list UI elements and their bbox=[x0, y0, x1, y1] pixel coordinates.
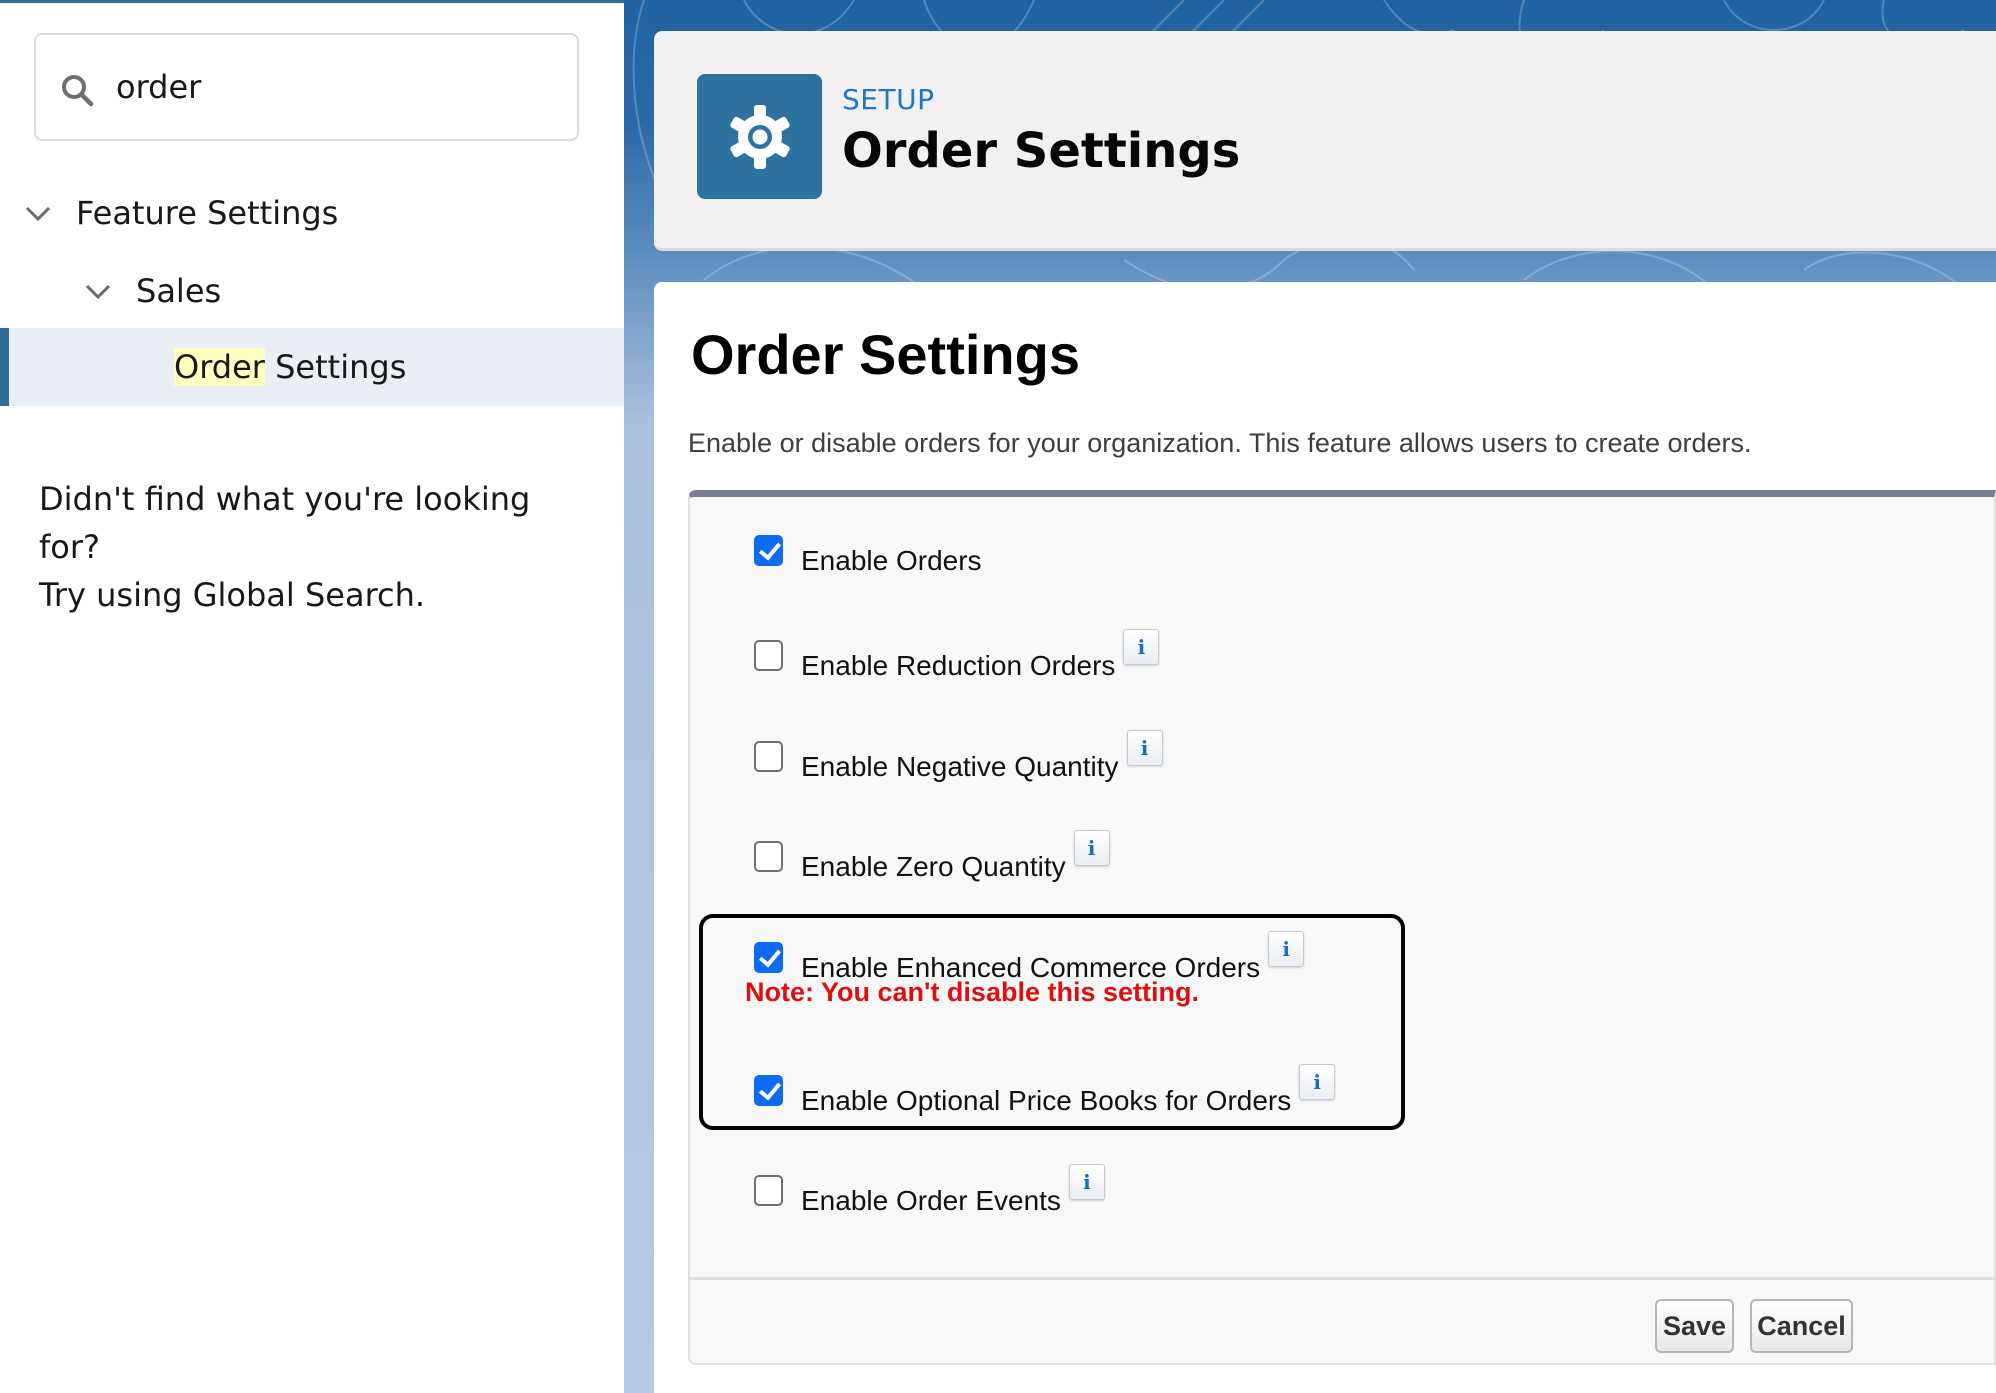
page-description: Enable or disable orders for your organi… bbox=[688, 428, 1752, 458]
option-enable-zero-quantity: Enable Zero Quantity i bbox=[754, 830, 1110, 882]
cancel-button[interactable]: Cancel bbox=[1750, 1299, 1853, 1353]
option-enable-negative-quantity: Enable Negative Quantity i bbox=[754, 730, 1163, 782]
option-label: Enable Optional Price Books for Orders bbox=[801, 1085, 1292, 1116]
enable-zero-quantity-checkbox[interactable] bbox=[754, 841, 783, 872]
tree-item-sales[interactable]: Sales bbox=[0, 261, 624, 321]
option-enable-order-events: Enable Order Events i bbox=[754, 1164, 1105, 1216]
option-label: Enable Order Events bbox=[801, 1185, 1061, 1216]
option-enable-orders: Enable Orders bbox=[754, 535, 982, 576]
tree-item-label: Order Settings bbox=[174, 348, 406, 386]
not-found-line-1: Didn't find what you're looking for? bbox=[39, 480, 531, 566]
info-icon[interactable]: i bbox=[1068, 1164, 1105, 1200]
enable-orders-checkbox[interactable] bbox=[754, 535, 783, 566]
gear-icon bbox=[729, 104, 790, 169]
chevron-down-icon[interactable] bbox=[84, 277, 112, 305]
cannot-disable-note: Note: You can't disable this setting. bbox=[745, 977, 1199, 1007]
search-match-highlight: Order bbox=[174, 348, 265, 386]
info-icon[interactable]: i bbox=[1123, 629, 1160, 665]
tree-item-label: Sales bbox=[136, 272, 222, 310]
enable-enhanced-commerce-orders-checkbox[interactable] bbox=[754, 942, 783, 973]
info-icon[interactable]: i bbox=[1126, 730, 1163, 766]
header-title: Order Settings bbox=[842, 123, 1241, 179]
setup-icon-tile bbox=[697, 74, 822, 199]
option-enable-optional-price-books: Enable Optional Price Books for Orders i bbox=[754, 1064, 1336, 1116]
tree-item-label-rest: Settings bbox=[264, 348, 407, 386]
save-button[interactable]: Save bbox=[1655, 1299, 1734, 1353]
option-enable-reduction-orders: Enable Reduction Orders i bbox=[754, 629, 1160, 681]
quick-find-box[interactable] bbox=[34, 33, 579, 141]
footer-divider bbox=[690, 1277, 1994, 1280]
info-icon[interactable]: i bbox=[1299, 1064, 1336, 1100]
info-icon[interactable]: i bbox=[1073, 830, 1110, 866]
option-enable-enhanced-commerce-orders: Enable Enhanced Commerce Orders i bbox=[754, 931, 1305, 983]
option-label: Enable Zero Quantity bbox=[801, 851, 1066, 882]
tree-item-order-settings[interactable]: Order Settings bbox=[0, 328, 624, 406]
tree-item-feature-settings[interactable]: Feature Settings bbox=[0, 183, 624, 243]
not-found-line-2: Try using Global Search. bbox=[39, 576, 426, 614]
quick-find-input[interactable] bbox=[116, 57, 556, 117]
option-label: Enable Negative Quantity bbox=[801, 751, 1119, 782]
option-label: Enable Orders bbox=[801, 545, 982, 576]
enable-order-events-checkbox[interactable] bbox=[754, 1175, 783, 1206]
page-header: SETUP Order Settings bbox=[654, 31, 1996, 251]
not-found-message: Didn't find what you're looking for? Try… bbox=[39, 475, 599, 619]
page-title: Order Settings bbox=[691, 323, 1080, 386]
info-icon[interactable]: i bbox=[1268, 931, 1305, 967]
breadcrumb-setup: SETUP bbox=[842, 83, 935, 116]
enable-reduction-orders-checkbox[interactable] bbox=[754, 640, 783, 671]
option-label: Enable Reduction Orders bbox=[801, 650, 1116, 681]
settings-panel: Enable Orders Enable Reduction Orders i … bbox=[688, 490, 1996, 1365]
enable-optional-price-books-checkbox[interactable] bbox=[754, 1075, 783, 1106]
chevron-down-icon[interactable] bbox=[24, 199, 52, 227]
search-icon bbox=[62, 75, 94, 107]
main-content: Order Settings Enable or disable orders … bbox=[654, 282, 1996, 1393]
tree-item-label: Feature Settings bbox=[76, 194, 339, 232]
enable-negative-quantity-checkbox[interactable] bbox=[754, 741, 783, 772]
setup-sidebar: Feature Settings Sales Order Settings Di… bbox=[0, 0, 624, 1393]
